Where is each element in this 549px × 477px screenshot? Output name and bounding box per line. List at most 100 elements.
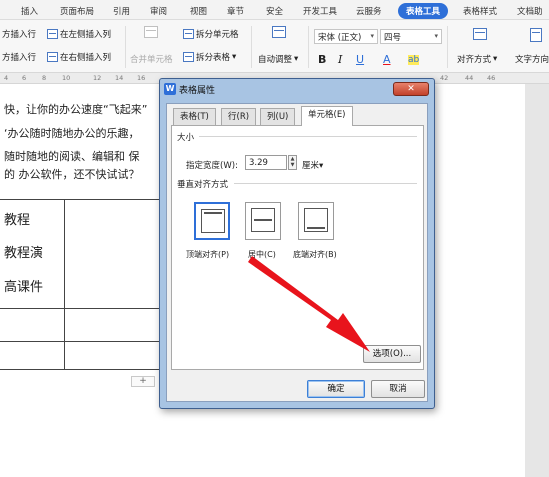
- width-unit-value: 厘米: [302, 161, 320, 171]
- split-table-button[interactable]: 拆分表格 ▾: [183, 51, 236, 63]
- menu-table-tools[interactable]: 表格工具: [398, 3, 449, 19]
- close-button[interactable]: ✕: [393, 82, 429, 96]
- valign-top-option[interactable]: [194, 202, 230, 240]
- tab-cell[interactable]: 单元格(E): [301, 106, 353, 126]
- ok-button[interactable]: 确定: [307, 380, 365, 398]
- align-button[interactable]: 对齐方式 ▾: [457, 53, 497, 65]
- ruler-tick: 8: [42, 74, 47, 82]
- split-table-icon: [183, 52, 194, 62]
- insert-row-below-label: 方插入行: [2, 53, 37, 63]
- chevron-down-icon: ▾: [294, 54, 299, 64]
- ribbon-divider: [447, 26, 448, 68]
- document-text-line: 随时随地的阅读、编辑和 保: [4, 150, 140, 163]
- underline-button[interactable]: U: [356, 53, 364, 66]
- autofit-button[interactable]: 自动调整 ▾: [258, 53, 298, 65]
- valign-section-label: 垂直对齐方式: [177, 180, 229, 190]
- valign-center-option[interactable]: [245, 202, 281, 240]
- menu-doc-assistant[interactable]: 文档助: [517, 5, 543, 17]
- menu-table-style[interactable]: 表格样式: [463, 5, 497, 17]
- valign-top-icon: [201, 209, 225, 233]
- table-cell-text: 教程演: [4, 246, 44, 261]
- bold-button[interactable]: B: [318, 53, 326, 66]
- add-row-button[interactable]: +: [131, 376, 155, 387]
- menu-insert[interactable]: 插入: [21, 5, 38, 17]
- chevron-down-icon: ▾: [370, 32, 374, 40]
- chevron-down-icon: ▾: [319, 161, 324, 171]
- valign-bottom-option[interactable]: [298, 202, 334, 240]
- merge-cells-label: 合并单元格: [130, 55, 173, 65]
- split-cells-label: 拆分单元格: [196, 30, 239, 40]
- tab-row[interactable]: 行(R): [221, 108, 257, 125]
- dialog-title-bar[interactable]: W 表格属性 ✕: [160, 79, 434, 99]
- menu-cloud-service[interactable]: 云服务: [356, 5, 382, 17]
- ruler-tick: 46: [487, 74, 496, 82]
- ribbon-divider: [308, 26, 309, 68]
- split-cells-icon: [183, 29, 194, 39]
- menu-developer-tools[interactable]: 开发工具: [303, 5, 337, 17]
- valign-bottom-icon: [304, 208, 328, 232]
- insert-column-icon: [47, 29, 58, 39]
- cancel-button[interactable]: 取消: [371, 380, 425, 398]
- menu-review[interactable]: 审阅: [150, 5, 167, 17]
- dialog-body: 表格(T) 行(R) 列(U) 单元格(E) 大小 指定宽度(W): 3.29 …: [166, 103, 428, 402]
- autofit-icon: [272, 26, 286, 38]
- autofit-label: 自动调整: [258, 55, 293, 65]
- document-text-line: 快，让你的办公速度“飞起来”: [4, 103, 148, 116]
- insert-row-above-button[interactable]: 方插入行: [2, 28, 36, 40]
- text-direction-icon: [530, 28, 542, 42]
- width-unit-select[interactable]: 厘米▾: [302, 159, 323, 171]
- highlight-button[interactable]: ab: [408, 55, 420, 65]
- width-input[interactable]: 3.29: [245, 155, 287, 170]
- document-table[interactable]: 教程 教程演 高课件: [0, 199, 163, 370]
- document-text-line: ‘办公随时随地办公的乐趣，: [4, 127, 140, 140]
- split-table-label: 拆分表格: [196, 53, 231, 63]
- table-properties-dialog: W 表格属性 ✕ 表格(T) 行(R) 列(U) 单元格(E) 大小 指定宽度(…: [159, 78, 435, 409]
- insert-col-right-button[interactable]: 在右侧插入列: [47, 51, 111, 63]
- insert-col-left-button[interactable]: 在左侧插入列: [47, 28, 111, 40]
- valign-center-icon: [251, 208, 275, 232]
- options-button[interactable]: 选项(O)...: [363, 345, 421, 363]
- menu-page-layout[interactable]: 页面布局: [60, 5, 94, 17]
- font-name-select[interactable]: 宋体 (正文) ▾: [314, 29, 378, 44]
- table-cell-text: 教程: [4, 213, 31, 228]
- text-direction-button[interactable]: 文字方向: [515, 53, 549, 65]
- document-background: [525, 84, 549, 477]
- ribbon-divider: [125, 26, 126, 68]
- valign-center-label: 居中(C): [248, 250, 276, 259]
- document-text-line: 的 办公软件，还不快试试？: [4, 168, 140, 181]
- ruler-tick: 16: [137, 74, 146, 82]
- tab-column[interactable]: 列(U): [260, 108, 296, 125]
- text-direction-label: 文字方向: [515, 55, 549, 65]
- insert-col-left-label: 在左侧插入列: [60, 30, 112, 40]
- ruler-tick: 6: [22, 74, 27, 82]
- insert-col-right-label: 在右侧插入列: [60, 53, 112, 63]
- font-size-value: 四号: [384, 33, 402, 43]
- menu-security[interactable]: 安全: [266, 5, 283, 17]
- font-color-button[interactable]: A: [383, 53, 391, 66]
- chevron-down-icon: ▾: [232, 52, 237, 62]
- tab-table[interactable]: 表格(T): [173, 108, 216, 125]
- insert-column-icon: [47, 52, 58, 62]
- menu-references[interactable]: 引用: [113, 5, 130, 17]
- width-label: 指定宽度(W):: [186, 161, 238, 171]
- ruler-tick: 12: [93, 74, 102, 82]
- section-divider: [234, 183, 417, 184]
- font-size-select[interactable]: 四号 ▾: [380, 29, 442, 44]
- size-section-label: 大小: [177, 133, 195, 143]
- split-cells-button[interactable]: 拆分单元格: [183, 28, 239, 40]
- insert-row-above-label: 方插入行: [2, 30, 37, 40]
- chevron-down-icon: ▾: [434, 32, 438, 40]
- italic-button[interactable]: I: [338, 53, 342, 66]
- merge-cells-button[interactable]: 合并单元格: [130, 53, 173, 65]
- table-column-line: [64, 200, 65, 369]
- table-row-line: [0, 341, 163, 342]
- insert-row-below-button[interactable]: 方插入行: [2, 51, 36, 63]
- ribbon-toolbar: 方插入行 在左侧插入列 方插入行 在右侧插入列 合并单元格 拆分单元格 拆分表格…: [0, 20, 549, 73]
- app-logo-icon: W: [164, 83, 176, 95]
- menu-chapter[interactable]: 章节: [227, 5, 244, 17]
- table-cell-text: 高课件: [4, 280, 44, 295]
- width-spinner[interactable]: ▲ ▼: [288, 155, 297, 170]
- ribbon-divider: [251, 26, 252, 68]
- menu-view[interactable]: 视图: [190, 5, 207, 17]
- dialog-title: 表格属性: [179, 86, 216, 96]
